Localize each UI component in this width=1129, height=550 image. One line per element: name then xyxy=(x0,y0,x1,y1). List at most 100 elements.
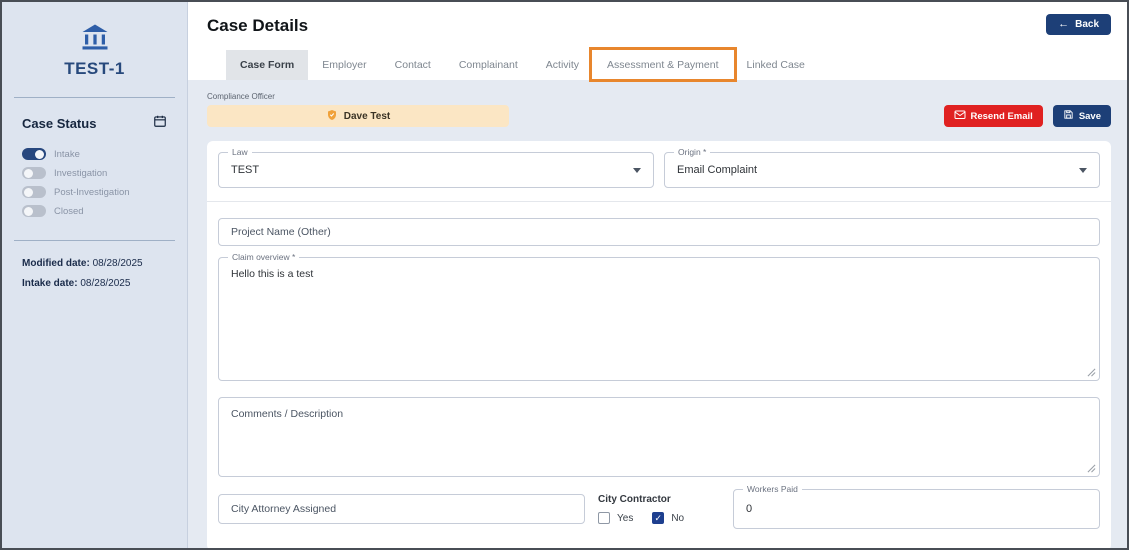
modified-date-label: Modified date: xyxy=(22,258,90,269)
project-name-input[interactable]: Project Name (Other) xyxy=(218,218,1100,246)
claim-overview-label: Claim overview * xyxy=(228,252,300,263)
resize-grip-icon[interactable] xyxy=(1087,368,1096,377)
sidebar-divider xyxy=(14,240,175,241)
city-contractor-group: City Contractor Yes ✓ No xyxy=(598,494,728,524)
checkbox-no[interactable]: ✓ xyxy=(652,512,665,524)
intake-date-value: 08/28/2025 xyxy=(80,278,131,289)
checkbox-yes[interactable] xyxy=(598,512,610,524)
intake-date-row: Intake date: 08/28/2025 xyxy=(12,269,177,289)
toggle-knob xyxy=(24,168,33,178)
main-header: Case Details ← Back Case Form Employer C… xyxy=(188,2,1127,82)
shield-icon xyxy=(326,109,338,124)
save-button-label: Save xyxy=(1078,110,1101,122)
status-label: Investigation xyxy=(54,167,108,179)
tab-linked-case[interactable]: Linked Case xyxy=(733,50,819,80)
page-title: Case Details xyxy=(207,16,309,35)
law-value: TEST xyxy=(231,164,260,176)
toggle-knob xyxy=(24,187,33,197)
case-details-page: TEST-1 Case Status Intake Investigation … xyxy=(0,0,1129,550)
back-arrow-icon: ← xyxy=(1058,18,1070,30)
status-item-intake: Intake xyxy=(22,148,167,160)
toggle-investigation[interactable] xyxy=(22,167,46,179)
compliance-officer-label: Compliance Officer xyxy=(207,92,275,101)
resend-email-button[interactable]: Resend Email xyxy=(943,105,1043,127)
origin-value: Email Complaint xyxy=(677,164,758,176)
status-item-post-investigation: Post-Investigation xyxy=(22,186,167,198)
law-origin-row: Law TEST Origin * Email Complaint xyxy=(218,147,1100,188)
chevron-down-icon xyxy=(1079,167,1087,173)
back-button[interactable]: ← Back xyxy=(1046,14,1111,35)
save-button[interactable]: Save xyxy=(1052,105,1111,127)
email-icon xyxy=(954,109,966,124)
status-label: Closed xyxy=(54,205,84,217)
main-panel: Case Details ← Back Case Form Employer C… xyxy=(188,2,1127,548)
tab-label: Employer xyxy=(322,59,367,71)
chevron-down-icon xyxy=(633,167,641,173)
tab-label: Contact xyxy=(394,59,431,71)
status-item-closed: Closed xyxy=(22,205,167,217)
officer-toolbar-row: Dave Test Resend Email Save xyxy=(207,105,1111,127)
tab-label: Complainant xyxy=(458,59,518,71)
card-divider xyxy=(207,201,1111,202)
toggle-post-investigation[interactable] xyxy=(22,186,46,198)
tab-activity[interactable]: Activity xyxy=(532,50,593,80)
tab-complainant[interactable]: Complainant xyxy=(445,50,532,80)
toolbar-actions: Resend Email Save xyxy=(943,105,1111,127)
workers-paid-label: Workers Paid xyxy=(743,484,802,495)
tab-label: Linked Case xyxy=(746,59,805,71)
calendar-icon[interactable] xyxy=(153,114,167,133)
city-contractor-label: City Contractor xyxy=(598,494,671,505)
claim-overview-textarea[interactable]: Claim overview * Hello this is a test xyxy=(218,252,1100,381)
intake-date-label: Intake date: xyxy=(22,278,78,289)
modified-date-value: 08/28/2025 xyxy=(92,258,143,269)
toggle-closed[interactable] xyxy=(22,205,46,217)
officer-chip[interactable]: Dave Test xyxy=(207,105,509,127)
case-form-card: Law TEST Origin * Email Complaint Projec… xyxy=(207,141,1111,548)
status-list: Intake Investigation Post-Investigation … xyxy=(12,137,177,232)
save-icon xyxy=(1063,109,1074,123)
city-attorney-input[interactable]: City Attorney Assigned xyxy=(218,494,585,524)
claim-overview-value: Hello this is a test xyxy=(231,268,314,280)
case-status-title: Case Status xyxy=(22,116,97,131)
modified-date-row: Modified date: 08/28/2025 xyxy=(12,249,177,269)
officer-chip-label: Dave Test xyxy=(343,110,391,122)
toggle-knob xyxy=(35,149,44,159)
city-contractor-options: Yes ✓ No xyxy=(598,512,728,524)
toggle-knob xyxy=(24,206,33,216)
case-id: TEST-1 xyxy=(64,59,125,78)
brand-block: TEST-1 xyxy=(12,16,177,89)
bank-icon xyxy=(78,24,112,56)
tab-label: Assessment & Payment xyxy=(607,59,719,71)
sidebar: TEST-1 Case Status Intake Investigation … xyxy=(2,2,188,548)
origin-label: Origin * xyxy=(674,147,711,158)
tab-employer[interactable]: Employer xyxy=(308,50,380,80)
tab-bar: Case Form Employer Contact Complainant A… xyxy=(207,47,1111,82)
bottom-form-row: City Attorney Assigned City Contractor Y… xyxy=(218,484,1100,529)
comments-textarea[interactable]: Comments / Description xyxy=(218,397,1100,477)
resend-email-label: Resend Email xyxy=(970,110,1033,122)
tab-label: Case Form xyxy=(240,59,295,71)
city-attorney-placeholder: City Attorney Assigned xyxy=(231,503,337,515)
workers-paid-value: 0 xyxy=(746,503,753,515)
checkbox-no-label: No xyxy=(671,512,685,524)
law-select[interactable]: Law TEST xyxy=(218,147,654,188)
checkbox-yes-label: Yes xyxy=(617,512,634,524)
status-label: Post-Investigation xyxy=(54,186,130,198)
tab-label: Activity xyxy=(545,59,580,71)
status-item-investigation: Investigation xyxy=(22,167,167,179)
workers-paid-input[interactable]: Workers Paid 0 xyxy=(733,484,1100,529)
back-button-label: Back xyxy=(1075,19,1099,30)
tab-contact[interactable]: Contact xyxy=(381,50,445,80)
sidebar-divider xyxy=(14,97,175,98)
case-status-header: Case Status xyxy=(12,106,177,137)
status-label: Intake xyxy=(54,148,80,160)
toggle-intake[interactable] xyxy=(22,148,46,160)
resize-grip-icon[interactable] xyxy=(1087,464,1096,473)
law-label: Law xyxy=(228,147,252,158)
project-name-placeholder: Project Name (Other) xyxy=(231,226,331,238)
tab-assessment-payment[interactable]: Assessment & Payment xyxy=(589,47,737,82)
tab-case-form[interactable]: Case Form xyxy=(226,50,309,80)
comments-placeholder: Comments / Description xyxy=(231,408,344,420)
content-area: Compliance Officer Dave Test Resend Emai… xyxy=(188,80,1127,548)
origin-select[interactable]: Origin * Email Complaint xyxy=(664,147,1100,188)
